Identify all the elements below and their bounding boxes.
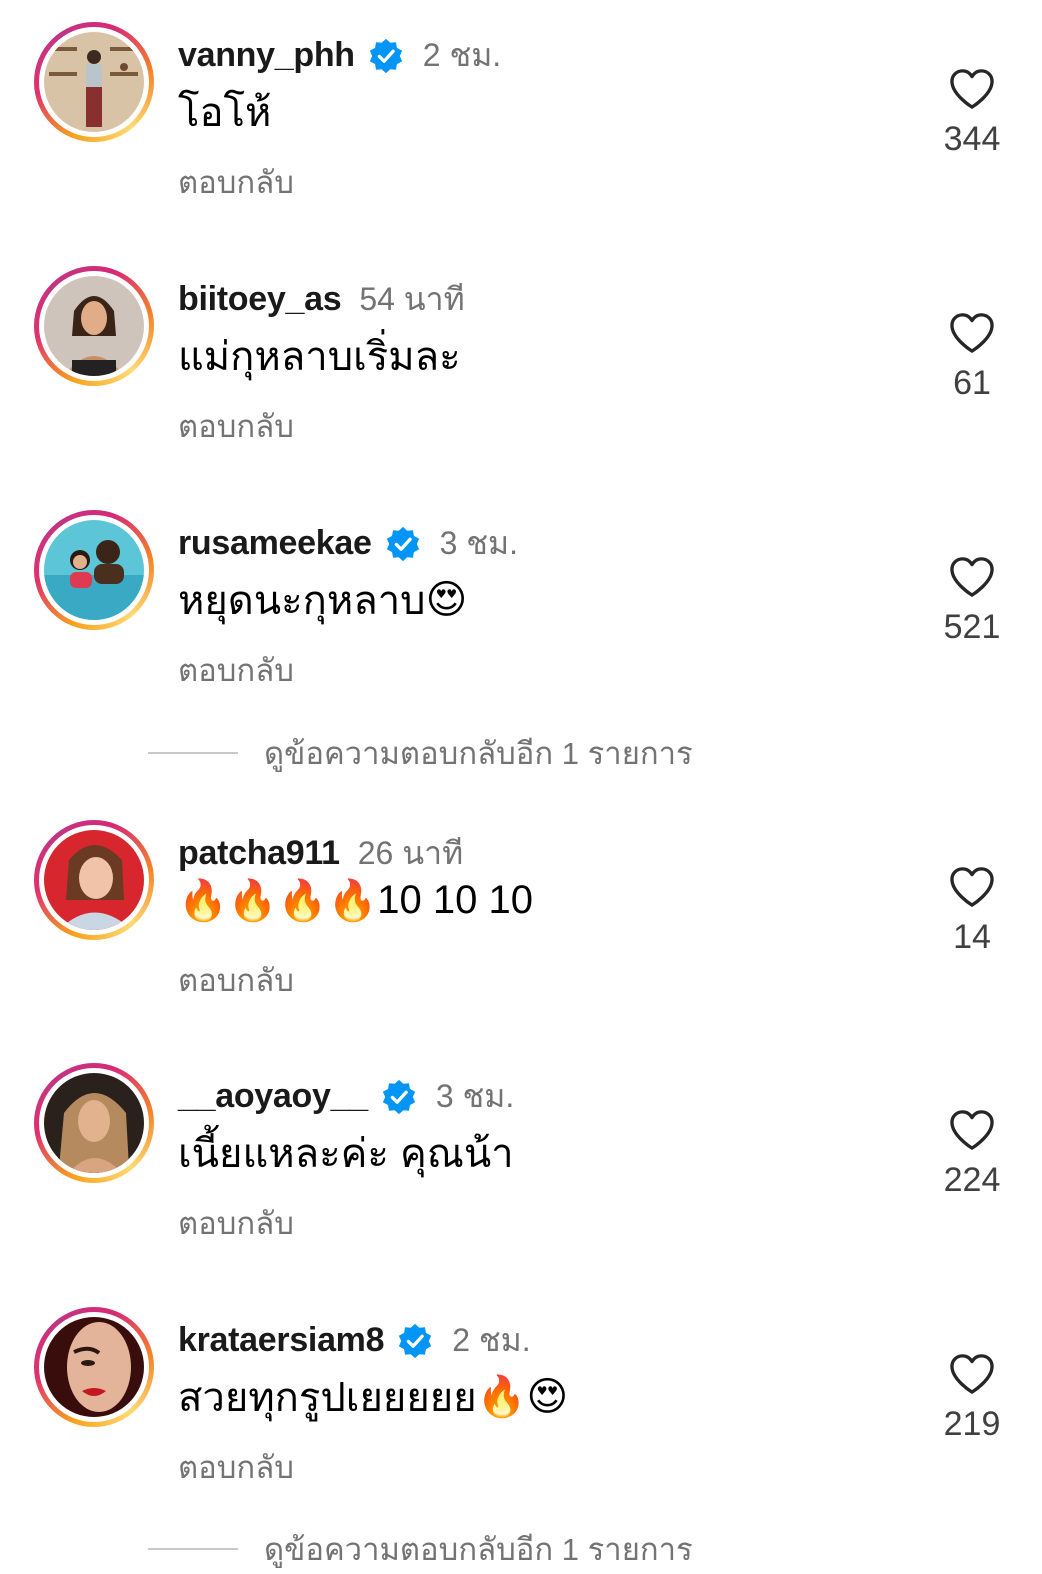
timestamp: 26 นาที xyxy=(357,835,464,871)
verified-badge-icon xyxy=(380,1078,418,1116)
fire-emoji: 🔥 xyxy=(476,1375,527,1419)
timestamp: 54 นาที xyxy=(359,281,465,317)
like-button[interactable]: 344 xyxy=(942,68,1002,159)
heart-eyes-emoji: 😍 xyxy=(526,1375,569,1419)
divider xyxy=(148,752,238,754)
heart-outline-icon[interactable] xyxy=(949,68,995,110)
reply-button[interactable]: ตอบกลับ xyxy=(178,955,294,1005)
heart-outline-icon[interactable] xyxy=(949,556,995,598)
like-button[interactable]: 14 xyxy=(942,866,1002,957)
reply-button[interactable]: ตอบกลับ xyxy=(178,645,294,695)
view-more-replies-label[interactable]: ดูข้อความตอบกลับอีก 1 รายการ xyxy=(264,1524,693,1574)
heart-outline-icon[interactable] xyxy=(949,312,995,354)
reply-button[interactable]: ตอบกลับ xyxy=(178,1442,294,1492)
woman-red-background-avatar xyxy=(44,830,144,930)
like-button[interactable]: 61 xyxy=(942,312,1002,403)
comment-text: แม่กุหลาบเริ่มละ xyxy=(178,335,461,379)
divider xyxy=(148,1548,238,1550)
reply-button[interactable]: ตอบกลับ xyxy=(178,401,294,451)
comment-text: หยุดนะกุหลาบ 😍 xyxy=(178,578,468,623)
pool-family-avatar xyxy=(44,520,144,620)
like-button[interactable]: 219 xyxy=(942,1353,1002,1444)
username[interactable]: krataersiam8 xyxy=(178,1321,385,1360)
comment-text: โอโห้ xyxy=(178,91,272,135)
fire-emoji: 🔥 xyxy=(277,878,328,923)
view-more-replies-label[interactable]: ดูข้อความตอบกลับอีก 1 รายการ xyxy=(264,728,693,778)
woman-red-lips-avatar xyxy=(44,1317,144,1417)
fire-emoji: 🔥 xyxy=(327,878,378,923)
avatar[interactable] xyxy=(34,1063,154,1183)
username[interactable]: vanny_phh xyxy=(178,36,355,75)
like-count: 219 xyxy=(943,1405,1001,1443)
comment-item: rusameekae 3 ชม. หยุดนะกุหลาบ 😍 ตอบกลับ 5… xyxy=(0,510,1042,720)
fire-emoji: 🔥 xyxy=(227,878,278,923)
view-more-replies[interactable]: ดูข้อความตอบกลับอีก 1 รายการ xyxy=(148,728,693,778)
reply-button[interactable]: ตอบกลับ xyxy=(178,1198,294,1248)
timestamp: 2 ชม. xyxy=(452,1322,531,1358)
reply-button[interactable]: ตอบกลับ xyxy=(178,157,294,207)
comment-text: 🔥 🔥 🔥 🔥 10 10 10 xyxy=(178,878,533,923)
username[interactable]: biitoey_as xyxy=(178,280,342,319)
comment-text: เนี้ยแหละค่ะ คุณน้า xyxy=(178,1132,514,1176)
timestamp: 3 ชม. xyxy=(435,1078,515,1114)
comment-item: krataersiam8 2 ชม. สวยทุกรูปเยยยยย 🔥 😍 ตอบ… xyxy=(0,1307,1042,1517)
comment-item: vanny_phh 2 ชม. โอโห้ ตอบกลับ 344 xyxy=(0,22,1042,232)
like-count: 14 xyxy=(953,918,991,956)
avatar[interactable] xyxy=(34,22,154,142)
timestamp: 2 ชม. xyxy=(422,37,502,73)
heart-eyes-emoji: 😍 xyxy=(425,578,468,622)
like-button[interactable]: 521 xyxy=(942,556,1002,647)
view-more-replies[interactable]: ดูข้อความตอบกลับอีก 1 รายการ xyxy=(148,1524,693,1574)
woman-in-room-avatar xyxy=(44,32,144,132)
comment-text: สวยทุกรูปเยยยยย 🔥 😍 xyxy=(178,1375,569,1420)
username[interactable]: patcha911 xyxy=(178,834,340,873)
fire-emoji: 🔥 xyxy=(178,878,228,923)
username[interactable]: rusameekae xyxy=(178,524,372,563)
verified-badge-icon xyxy=(384,525,422,563)
woman-blonde-avatar xyxy=(44,1073,144,1173)
avatar[interactable] xyxy=(34,510,154,630)
heart-outline-icon[interactable] xyxy=(949,1109,995,1151)
avatar[interactable] xyxy=(34,820,154,940)
avatar[interactable] xyxy=(34,1307,154,1427)
like-count: 61 xyxy=(953,364,991,402)
heart-outline-icon[interactable] xyxy=(949,866,995,908)
like-count: 224 xyxy=(943,1161,1001,1199)
comment-item: patcha911 26 นาที 🔥 🔥 🔥 🔥 10 10 10 ตอบกลับ 1… xyxy=(0,820,1042,1030)
comment-item: __aoyaoy__ 3 ชม. เนี้ยแหละค่ะ คุณน้า ตอบ… xyxy=(0,1063,1042,1273)
like-count: 344 xyxy=(943,120,1001,158)
like-button[interactable]: 224 xyxy=(942,1109,1002,1200)
verified-badge-icon xyxy=(396,1322,434,1360)
username[interactable]: __aoyaoy__ xyxy=(178,1077,368,1116)
woman-portrait-avatar xyxy=(44,276,144,376)
verified-badge-icon xyxy=(367,37,405,75)
like-count: 521 xyxy=(943,608,1001,646)
heart-outline-icon[interactable] xyxy=(949,1353,995,1395)
avatar[interactable] xyxy=(34,266,154,386)
comment-item: biitoey_as 54 นาที แม่กุหลาบเริ่มละ ตอบก… xyxy=(0,266,1042,476)
timestamp: 3 ชม. xyxy=(439,525,518,561)
